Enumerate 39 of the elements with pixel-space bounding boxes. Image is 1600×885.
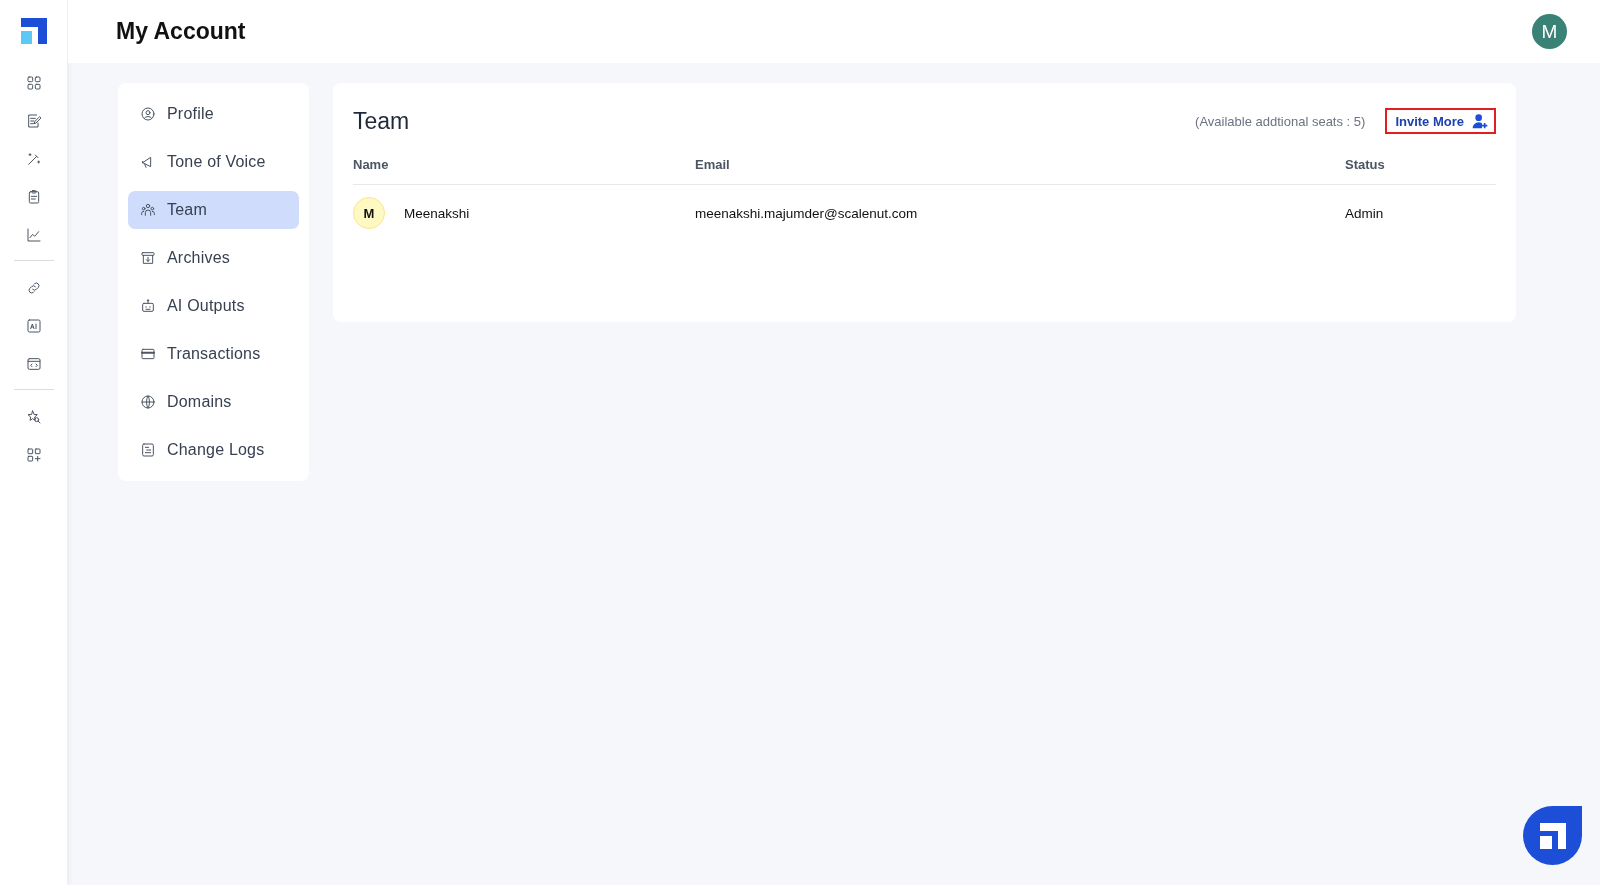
invite-more-button[interactable]: Invite More [1385, 108, 1496, 134]
page-title: My Account [116, 18, 246, 45]
menu-item[interactable]: Profile [128, 95, 299, 133]
menu-item[interactable]: Domains [128, 383, 299, 421]
logo-icon [1539, 822, 1566, 849]
document-edit-icon [25, 113, 42, 129]
logo-icon[interactable] [20, 18, 47, 44]
column-header: Email [695, 157, 731, 172]
globe-icon [140, 394, 156, 410]
member-avatar: M [353, 197, 385, 229]
user-avatar[interactable]: M [1532, 14, 1567, 49]
column-header: Status [1345, 157, 1386, 172]
ai-image-icon [25, 318, 42, 334]
add-user-icon [1472, 113, 1488, 129]
apps-add-icon [25, 447, 42, 463]
log-icon [140, 442, 156, 458]
menu-item[interactable]: Tone of Voice [128, 143, 299, 181]
browser-code-icon [25, 356, 42, 372]
credit-card-icon [140, 346, 156, 362]
menu-item[interactable]: Team [128, 191, 299, 229]
magic-wand-icon [25, 151, 42, 167]
people-icon [140, 202, 156, 218]
archive-box-icon [140, 250, 156, 266]
menu-item[interactable]: AI Outputs [128, 287, 299, 325]
member-status: Admin [1345, 205, 1385, 221]
card-title: Team [353, 107, 410, 135]
grid-icon [25, 75, 42, 91]
link-icon [25, 280, 42, 296]
robot-icon [140, 298, 156, 314]
member-email: meenakshi.majumder@scalenut.com [695, 205, 919, 221]
member-name: Meenakshi [404, 205, 470, 221]
seats-note: (Available addtional seats : 5) [1195, 113, 1366, 129]
line-chart-icon [25, 227, 42, 243]
star-search-icon [25, 409, 42, 425]
menu-item[interactable]: Change Logs [128, 431, 299, 469]
column-header: Name [353, 157, 390, 172]
menu-item[interactable]: Transactions [128, 335, 299, 373]
user-circle-icon [140, 106, 156, 122]
menu-item[interactable]: Archives [128, 239, 299, 277]
